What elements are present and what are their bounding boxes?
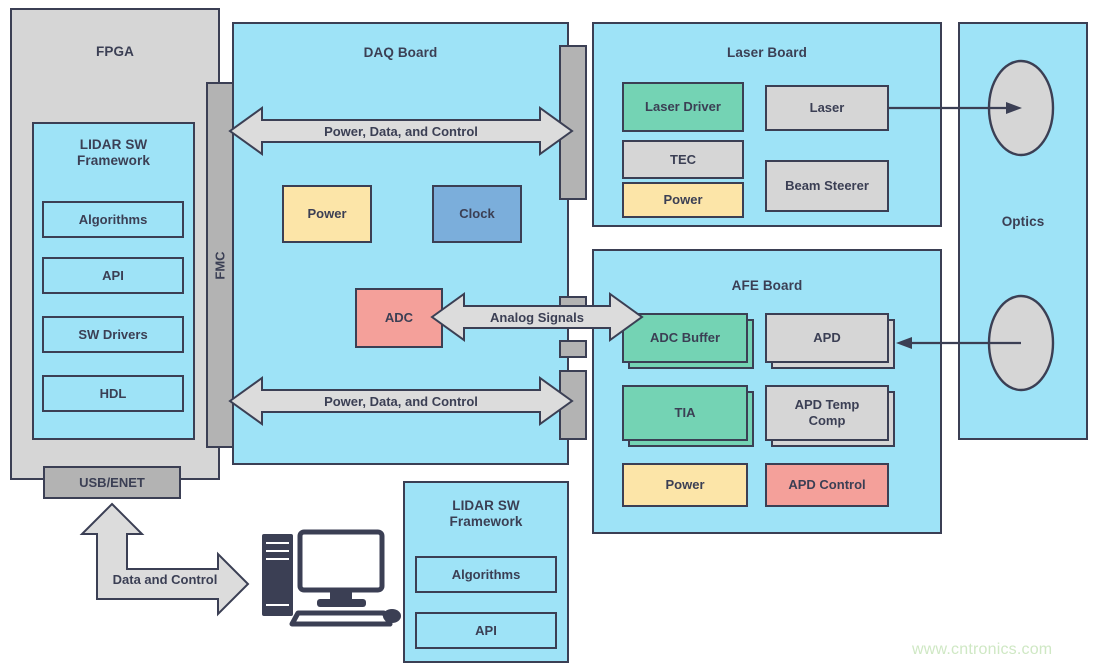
apd-temp-comp-stack: APD Temp Comp [765, 385, 895, 447]
afe-board-title: AFE Board [731, 278, 803, 293]
tia-stack: TIA [622, 385, 754, 447]
apd-control-block[interactable]: APD Control [765, 463, 889, 507]
apd-temp-comp-line2: Comp [808, 413, 846, 428]
adc-buffer-stack: ADC Buffer [622, 313, 754, 369]
fpga-sw-framework-title-line1: LIDAR SW [79, 137, 148, 152]
fpga-item-algorithms[interactable]: Algorithms [42, 201, 184, 238]
fmc-label: FMC [212, 250, 228, 280]
arrow-label-fpga-daq-top: Power, Data, and Control [324, 124, 478, 139]
fmc-connector[interactable]: FMC [206, 82, 234, 448]
tec-block[interactable]: TEC [622, 140, 744, 179]
site-watermark: www.cntronics.com [912, 641, 1053, 658]
laser-power-block[interactable]: Power [622, 182, 744, 218]
afe-power-block[interactable]: Power [622, 463, 748, 507]
adc-buffer-block[interactable]: ADC Buffer [622, 313, 748, 363]
fpga-item-sw-drivers[interactable]: SW Drivers [42, 316, 184, 353]
lidar-block-diagram: FPGA LIDAR SW Framework Algorithms API S… [0, 0, 1098, 669]
laser-driver-block[interactable]: Laser Driver [622, 82, 744, 132]
arrow-label-fpga-daq-bottom: Power, Data, and Control [324, 394, 478, 409]
daq-board-title: DAQ Board [363, 45, 438, 60]
optics-panel [958, 22, 1088, 440]
desktop-computer-icon [262, 529, 401, 627]
laser-board-title: Laser Board [727, 45, 807, 60]
apd-temp-comp-block[interactable]: APD Temp Comp [765, 385, 889, 441]
host-sw-framework-title: LIDAR SW Framework [403, 498, 569, 531]
host-sw-framework-title-line2: Framework [449, 514, 523, 530]
fpga-item-hdl[interactable]: HDL [42, 375, 184, 412]
apd-stack: APD [765, 313, 895, 369]
arrow-data-and-control [79, 502, 250, 617]
tia-block[interactable]: TIA [622, 385, 748, 441]
daq-connector-analog-lower[interactable] [559, 340, 587, 358]
beam-steerer-block[interactable]: Beam Steerer [765, 160, 889, 212]
arrow-label-analog-signals: Analog Signals [490, 310, 584, 325]
host-item-algorithms[interactable]: Algorithms [415, 556, 557, 593]
host-sw-framework-title-line1: LIDAR SW [452, 498, 520, 513]
fpga-item-api[interactable]: API [42, 257, 184, 294]
fpga-sw-framework-title-line2: Framework [77, 153, 150, 169]
fpga-title: FPGA [96, 44, 134, 59]
daq-connector-bottom[interactable] [559, 370, 587, 440]
laser-block[interactable]: Laser [765, 85, 889, 131]
daq-clock-block[interactable]: Clock [432, 185, 522, 243]
fpga-sw-framework-title: LIDAR SW Framework [32, 137, 195, 170]
apd-block[interactable]: APD [765, 313, 889, 363]
arrow-label-data-and-control: Data and Control [112, 572, 218, 587]
apd-temp-comp-line1: APD Temp [794, 397, 860, 413]
usb-enet-port[interactable]: USB/ENET [43, 466, 181, 499]
daq-connector-top[interactable] [559, 45, 587, 200]
host-item-api[interactable]: API [415, 612, 557, 649]
daq-power-block[interactable]: Power [282, 185, 372, 243]
optics-title: Optics [1001, 214, 1045, 229]
daq-adc-block[interactable]: ADC [355, 288, 443, 348]
